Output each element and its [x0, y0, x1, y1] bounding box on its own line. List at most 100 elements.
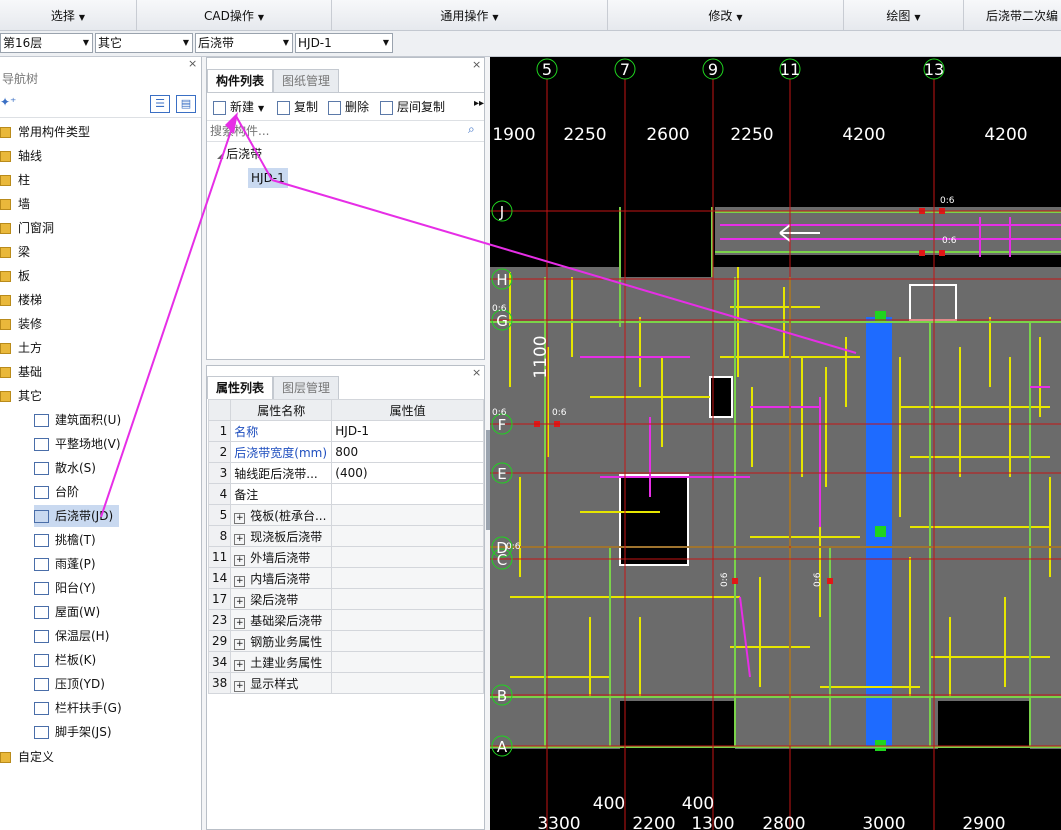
expand-plus-icon[interactable]: +	[234, 533, 246, 545]
nav-item[interactable]: 轴线	[0, 145, 42, 167]
property-value[interactable]: HJD-1	[331, 420, 484, 442]
tab-layer-management[interactable]: 图层管理	[273, 376, 340, 399]
expand-plus-icon[interactable]: +	[234, 617, 246, 629]
nav-sub-item[interactable]: 阳台(Y)	[34, 577, 102, 599]
property-value[interactable]: 800	[331, 441, 484, 463]
expand-plus-icon[interactable]: +	[234, 512, 246, 524]
property-row[interactable]: 11 + 外墙后浇带	[207, 546, 484, 568]
property-value[interactable]	[331, 504, 484, 526]
nav-sub-item[interactable]: 挑檐(T)	[34, 529, 102, 551]
tree-item-hjd1[interactable]: HJD-1	[248, 168, 288, 188]
property-value[interactable]	[331, 672, 484, 694]
grid-view-icon[interactable]: ▤	[176, 95, 196, 113]
nav-sub-item[interactable]: 雨蓬(P)	[34, 553, 102, 575]
property-row[interactable]: 34 + 土建业务属性	[207, 651, 484, 673]
expand-plus-icon[interactable]: +	[234, 554, 246, 566]
property-row[interactable]: 1 名称 HJD-1	[207, 420, 484, 442]
menu-modify[interactable]: 修改 ▼	[608, 0, 844, 30]
property-row[interactable]: 8 + 现浇板后浇带	[207, 525, 484, 547]
property-value[interactable]	[331, 567, 484, 589]
property-value[interactable]	[331, 546, 484, 568]
category-select[interactable]: 其它 ▼	[95, 33, 193, 53]
tree-root-label: 后浇带	[226, 147, 263, 161]
property-value[interactable]	[331, 609, 484, 631]
nav-sub-item[interactable]: 栏板(K)	[34, 649, 102, 671]
nav-sub-item[interactable]: 台阶	[34, 481, 85, 503]
menu-draw[interactable]: 绘图 ▼	[844, 0, 964, 30]
nav-sub-item[interactable]: 保温层(H)	[34, 625, 115, 647]
more-arrow-icon[interactable]: ▸▸	[474, 98, 484, 109]
nav-item-custom[interactable]: 自定义	[0, 746, 54, 768]
property-row[interactable]: 38 + 显示样式	[207, 672, 484, 694]
close-icon[interactable]: ×	[472, 58, 481, 71]
add-sparkle-icon[interactable]: ✦⁺	[0, 95, 16, 109]
tree-expand-icon[interactable]: ◢	[217, 151, 223, 160]
nav-sub-item[interactable]: 后浇带(JD)	[34, 505, 120, 527]
close-icon[interactable]: ×	[188, 57, 197, 70]
search-input[interactable]	[208, 122, 462, 140]
small-dim-label: 0:6	[552, 408, 567, 418]
close-icon[interactable]: ×	[472, 366, 481, 379]
nav-sub-item[interactable]: 压顶(YD)	[34, 673, 111, 695]
property-value[interactable]	[331, 651, 484, 673]
property-row[interactable]: 14 + 内墙后浇带	[207, 567, 484, 589]
property-value[interactable]	[331, 483, 484, 505]
copy-button[interactable]: 复制	[277, 98, 318, 116]
nav-sub-item[interactable]: 脚手架(JS)	[34, 721, 118, 743]
menu-select[interactable]: 选择 ▼	[0, 0, 137, 30]
nav-item[interactable]: 常用构件类型	[0, 121, 90, 143]
nav-sub-item[interactable]: 栏杆扶手(G)	[34, 697, 128, 719]
property-row[interactable]: 23 + 基础梁后浇带	[207, 609, 484, 631]
expand-plus-icon[interactable]: +	[234, 575, 246, 587]
tab-property-list[interactable]: 属性列表	[207, 376, 274, 399]
property-row[interactable]: 3 轴线距后浇带... (400)	[207, 462, 484, 484]
nav-item[interactable]: 楼梯	[0, 289, 42, 311]
property-value[interactable]	[331, 630, 484, 652]
property-row[interactable]: 17 + 梁后浇带	[207, 588, 484, 610]
property-row[interactable]: 2 后浇带宽度(mm) 800	[207, 441, 484, 463]
property-value[interactable]	[331, 525, 484, 547]
nav-item[interactable]: 装修	[0, 313, 42, 335]
property-row[interactable]: 4 备注	[207, 483, 484, 505]
menu-post-pour-edit[interactable]: 后浇带二次编	[964, 0, 1061, 30]
floor-copy-button[interactable]: 层间复制	[380, 98, 445, 116]
property-value[interactable]: (400)	[331, 462, 484, 484]
nav-item[interactable]: 土方	[0, 337, 42, 359]
nav-sub-item[interactable]: 平整场地(V)	[34, 433, 127, 455]
nav-item[interactable]: 基础	[0, 361, 42, 383]
cad-drawing-area[interactable]: 5 7 9 11 13 J H G F E D C B A 1900 2250 2600 2250 4200 4200…	[490, 57, 1061, 830]
tab-drawing-management[interactable]: 图纸管理	[273, 69, 340, 92]
menu-common-ops[interactable]: 通用操作 ▼	[332, 0, 608, 30]
nav-item[interactable]: 板	[0, 265, 30, 287]
list-view-icon[interactable]: ☰	[150, 95, 170, 113]
nav-sub-item[interactable]: 散水(S)	[34, 457, 102, 479]
property-name-cell: + 土建业务属性	[230, 651, 333, 673]
tab-component-list[interactable]: 构件列表	[207, 69, 274, 92]
floor-select[interactable]: 第16层 ▼	[0, 33, 93, 53]
nav-item[interactable]: 梁	[0, 241, 30, 263]
property-row[interactable]: 29 + 钢筋业务属性	[207, 630, 484, 652]
tree-root[interactable]: ◢ 后浇带	[217, 145, 262, 162]
expand-plus-icon[interactable]: +	[234, 659, 246, 671]
nav-item[interactable]: 墙	[0, 193, 30, 215]
delete-button[interactable]: 删除	[328, 98, 369, 116]
expand-plus-icon[interactable]: +	[234, 680, 246, 692]
menu-cad-ops[interactable]: CAD操作 ▼	[137, 0, 332, 30]
new-button[interactable]: 新建 ▼	[213, 98, 264, 116]
expand-plus-icon[interactable]: +	[234, 596, 246, 608]
nav-item[interactable]: 门窗洞	[0, 217, 54, 239]
component-type-icon	[34, 654, 49, 667]
nav-sub-item[interactable]: 屋面(W)	[34, 601, 106, 623]
nav-item[interactable]: 柱	[0, 169, 30, 191]
nav-item[interactable]: 其它	[0, 385, 42, 407]
property-row[interactable]: 5 + 筏板(桩承台...	[207, 504, 484, 526]
component-select[interactable]: HJD-1 ▼	[295, 33, 393, 53]
cad-canvas[interactable]: 5 7 9 11 13JHGFEDCBA1900 2250 2600 2250 4200 4200…	[490, 57, 1061, 830]
property-value[interactable]	[331, 588, 484, 610]
nav-sub-item[interactable]: 建筑面积(U)	[34, 409, 127, 431]
search-box[interactable]: ⌕	[207, 120, 484, 142]
header-value: 属性值	[331, 399, 484, 421]
type-select[interactable]: 后浇带 ▼	[195, 33, 293, 53]
expand-plus-icon[interactable]: +	[234, 638, 246, 650]
search-icon[interactable]: ⌕	[468, 122, 475, 137]
